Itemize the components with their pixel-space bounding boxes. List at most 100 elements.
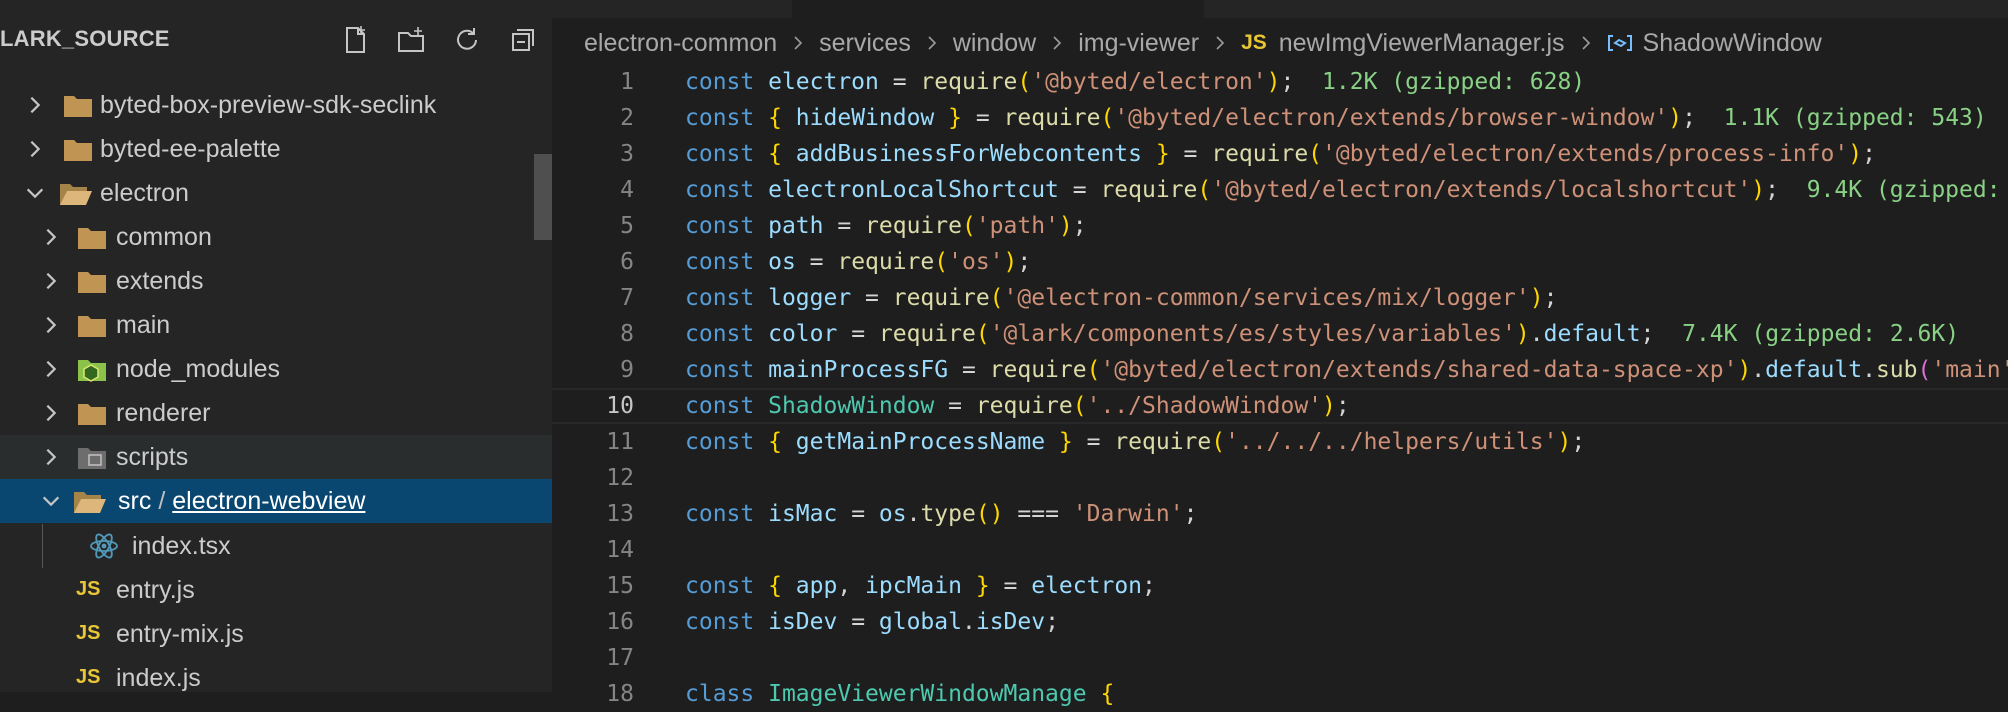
- code-token: const: [685, 141, 769, 167]
- line-content: const mainProcessFG = require('@byted/el…: [685, 352, 2008, 388]
- code-line[interactable]: 9 const mainProcessFG = require('@byted/e…: [552, 352, 2008, 388]
- code-token: '@lark/components/es/styles/variables': [989, 321, 1516, 347]
- code-token: ;: [1571, 429, 1586, 455]
- code-token: ShadowWindow: [768, 393, 935, 419]
- code-token: (: [934, 249, 949, 275]
- compact-folder-electron-webview[interactable]: electron-webview: [172, 487, 365, 515]
- breadcrumb-symbol[interactable]: ShadowWindow: [1643, 29, 1822, 58]
- tree-item-scripts[interactable]: scripts: [0, 435, 552, 479]
- new-folder-icon[interactable]: [393, 22, 429, 58]
- tree-item-label: index.js: [116, 663, 201, 692]
- code-token: (: [961, 213, 976, 239]
- code-line[interactable]: 3 const { addBusinessForWebcontents } = r…: [552, 136, 2008, 172]
- line-number: 4: [620, 177, 634, 203]
- tree-item-index-js[interactable]: JS index.js: [0, 656, 552, 692]
- code-line[interactable]: 10 const ShadowWindow = require('../Shado…: [552, 388, 2008, 424]
- code-token: =: [989, 573, 1032, 599]
- code-token: ): [1322, 393, 1336, 419]
- react-icon: [89, 533, 119, 559]
- tree-item-entry-js[interactable]: JS entry.js: [0, 568, 552, 612]
- code-line[interactable]: 12: [552, 460, 2008, 496]
- code-token: ;: [1543, 285, 1558, 311]
- code-line[interactable]: 6 const os = require('os');: [552, 244, 2008, 280]
- breadcrumb-item[interactable]: window: [953, 29, 1036, 58]
- code-line[interactable]: 15 const { app, ipcMain } = electron;: [552, 568, 2008, 604]
- compact-folder-src[interactable]: src: [118, 487, 151, 515]
- import-size-hint: 1.1K (gzipped: 543): [1723, 105, 1987, 131]
- breadcrumb-item[interactable]: services: [819, 29, 911, 58]
- chevron-right-icon: [1211, 34, 1229, 52]
- tree-item-renderer[interactable]: renderer: [0, 391, 552, 435]
- code-token: isDev: [768, 609, 838, 635]
- breadcrumb-file[interactable]: newImgViewerManager.js: [1279, 29, 1565, 58]
- code-token: ipcMain: [865, 573, 976, 599]
- tree-item-src-electron-webview[interactable]: src / electron-webview: [0, 479, 552, 523]
- code-token: const: [685, 501, 769, 527]
- tree-item-electron[interactable]: electron: [0, 171, 552, 215]
- code-line[interactable]: 7 const logger = require('@electron-commo…: [552, 280, 2008, 316]
- tree-item-entry-mix-js[interactable]: JS entry-mix.js: [0, 612, 552, 656]
- code-token: ): [1266, 69, 1281, 95]
- line-content: const { getMainProcessName } = require('…: [685, 424, 1585, 460]
- code-line[interactable]: 16 const isDev = global.isDev;: [552, 604, 2008, 640]
- line-content: class ImageViewerWindowManage {: [685, 676, 1114, 712]
- tree-item-common[interactable]: common: [0, 215, 552, 259]
- explorer-sidebar: byted-box-preview-sdk byted-box-preview-…: [0, 0, 552, 692]
- chevron-right-icon: [1577, 34, 1595, 52]
- code-token: 'main': [1931, 357, 2008, 383]
- chevron-down-icon: [24, 182, 46, 204]
- code-token: (: [1072, 393, 1087, 419]
- code-token: ===: [1003, 501, 1073, 527]
- import-size-hint: 7.4K (gzipped: 2.6K): [1682, 321, 1960, 347]
- code-token: path: [768, 213, 824, 239]
- code-line[interactable]: 14: [552, 532, 2008, 568]
- tree-item-byted-ee-palette[interactable]: byted-ee-palette: [0, 127, 552, 171]
- code-token: const: [685, 393, 769, 419]
- code-line[interactable]: 5 const path = require('path');: [552, 208, 2008, 244]
- chevron-right-icon: [40, 270, 62, 292]
- breadcrumb-item[interactable]: electron-common: [584, 29, 777, 58]
- tree-item-byted-box-preview-sdk-seclink[interactable]: byted-box-preview-sdk-seclink: [0, 83, 552, 127]
- tree-item-extends[interactable]: extends: [0, 259, 552, 303]
- tree-item-index-tsx[interactable]: index.tsx: [0, 524, 552, 568]
- code-line[interactable]: 13 const isMac = os.type() === 'Darwin';: [552, 496, 2008, 532]
- code-line[interactable]: 18 class ImageViewerWindowManage {: [552, 676, 2008, 712]
- code-token: {: [768, 141, 782, 167]
- tab-active[interactable]: [792, 0, 1204, 18]
- code-token: require: [1100, 177, 1198, 203]
- code-token: =: [823, 213, 866, 239]
- code-token: ;: [1765, 177, 1779, 203]
- tree-item-main[interactable]: main: [0, 303, 552, 347]
- file-tree: byted-box-preview-sdk byted-box-preview-…: [0, 0, 552, 692]
- line-number: 11: [606, 429, 634, 455]
- code-token: }: [1155, 141, 1170, 167]
- code-token: require: [920, 69, 1018, 95]
- code-token: os: [878, 501, 907, 527]
- code-line[interactable]: 11 const { getMainProcessName } = require…: [552, 424, 2008, 460]
- code-line[interactable]: 17: [552, 640, 2008, 676]
- code-token: '@byted/electron/extends/localshortcut': [1211, 177, 1752, 203]
- chevron-right-icon: [40, 446, 62, 468]
- code-line[interactable]: 4 const electronLocalShortcut = require('…: [552, 172, 2008, 208]
- collapse-all-icon[interactable]: [505, 22, 541, 58]
- code-line[interactable]: 1 const electron = require('@byted/electr…: [552, 64, 2008, 100]
- breadcrumb-item[interactable]: img-viewer: [1078, 29, 1199, 58]
- code-token: const: [685, 105, 769, 131]
- import-size-hint: 9.4K (gzipped: 3.1K): [1806, 177, 2001, 203]
- refresh-icon[interactable]: [449, 22, 485, 58]
- tree-item-label: renderer: [116, 398, 211, 427]
- chevron-right-icon: [40, 314, 62, 336]
- code-token: ;: [1682, 105, 1696, 131]
- chevron-right-icon: [789, 34, 807, 52]
- sidebar-scrollbar-thumb[interactable]: [534, 154, 552, 240]
- tree-item-node-modules[interactable]: node_modules: [0, 347, 552, 391]
- code-line[interactable]: 2 const { hideWindow } = require('@byted/…: [552, 100, 2008, 136]
- code-token: {: [768, 429, 782, 455]
- line-content: const electron = require('@byted/electro…: [685, 64, 1585, 100]
- code-line[interactable]: 8 const color = require('@lark/components…: [552, 316, 2008, 352]
- code-token: =: [1169, 141, 1212, 167]
- code-token: ): [1529, 285, 1544, 311]
- new-file-icon[interactable]: [337, 22, 373, 58]
- line-number: 5: [620, 213, 634, 239]
